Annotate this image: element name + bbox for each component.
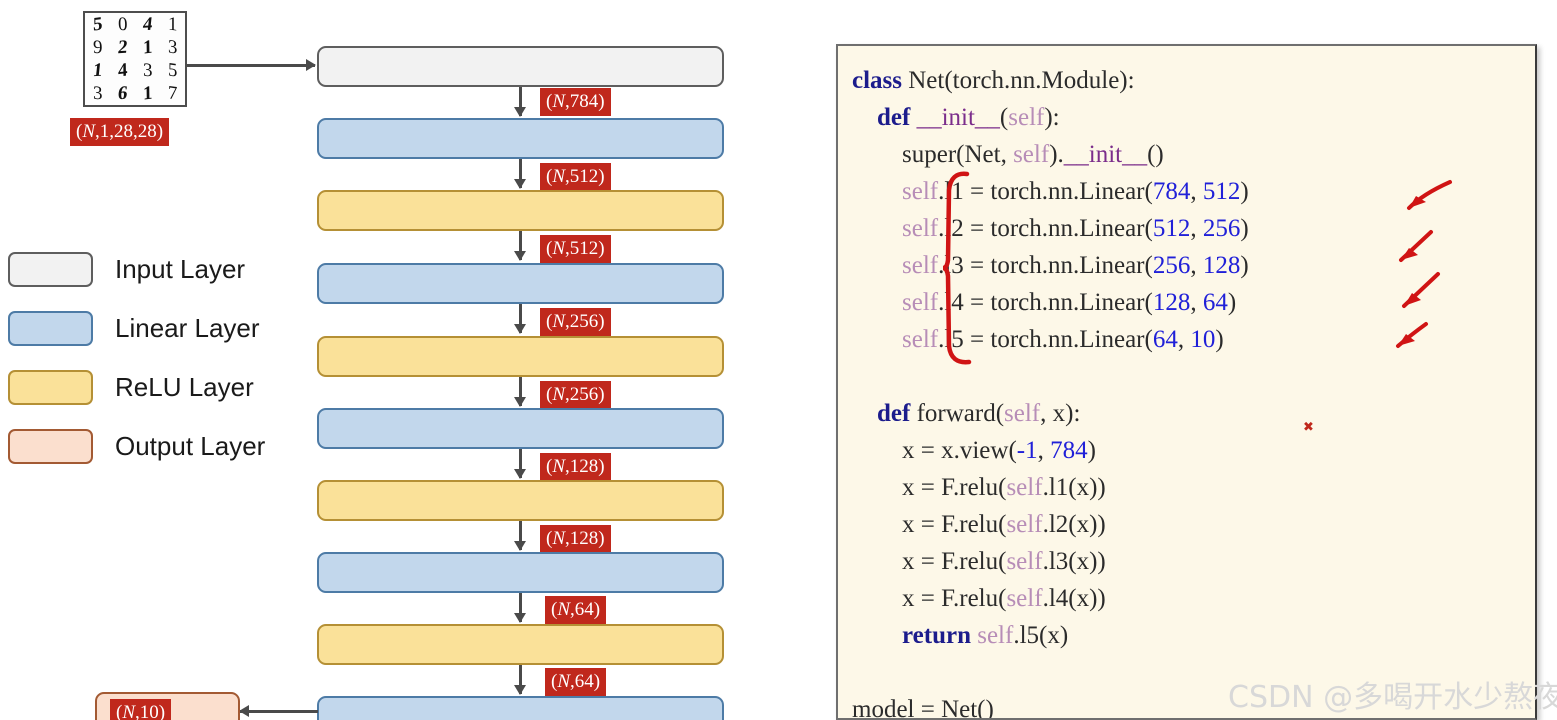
shape-chip-output: (N,10) [110,699,172,720]
text-cursor-mark: ✖ [1303,419,1314,434]
shape-chip: (N,256) [540,381,611,409]
flow-arrow [514,377,526,407]
flow-arrow [514,521,526,551]
arrow-input-to-network [187,59,316,71]
shape-chip: (N,128) [540,453,611,481]
diagram-root: 5 0 4 1 9 2 1 3 1 4 3 5 3 6 1 7 (N,1,28,… [0,0,1557,720]
flow-layer-relu-1 [317,190,724,231]
flow-layer-relu-2 [317,336,724,377]
code-text: class Net(torch.nn.Module): def __init__… [852,67,1249,720]
flow-layer-linear-2 [317,263,724,304]
flow-layer-relu-4 [317,624,724,665]
flow-layer-relu-3 [317,480,724,521]
flow-arrow [514,231,526,261]
code-panel[interactable]: class Net(torch.nn.Module): def __init__… [836,44,1537,720]
flow-arrow [514,159,526,189]
flow-arrow [514,665,526,695]
flow-layer-linear-1 [317,118,724,159]
watermark: CSDN @多喝开水少熬夜 [1228,680,1557,715]
flow-arrow [514,593,526,623]
flow-layer-linear-4 [317,552,724,593]
flow-layer-linear-3 [317,408,724,449]
shape-chip: (N,512) [540,163,611,191]
shape-chip: (N,64) [545,596,607,624]
shape-chip: (N,784) [540,88,611,116]
flow-layer-input [317,46,724,87]
flow-arrow [514,304,526,334]
network-flow-diagram: (N,784) (N,512) (N,512) (N,256) (N,256) … [0,0,760,720]
flow-arrow [514,449,526,479]
shape-chip: (N,512) [540,235,611,263]
shape-chip: (N,128) [540,525,611,553]
flow-arrow [514,87,526,117]
shape-chip: (N,64) [545,668,607,696]
flow-layer-linear-5 [317,696,724,720]
shape-chip: (N,256) [540,308,611,336]
handdrawn-brace-icon [942,171,972,365]
arrow-network-to-output [239,705,318,717]
